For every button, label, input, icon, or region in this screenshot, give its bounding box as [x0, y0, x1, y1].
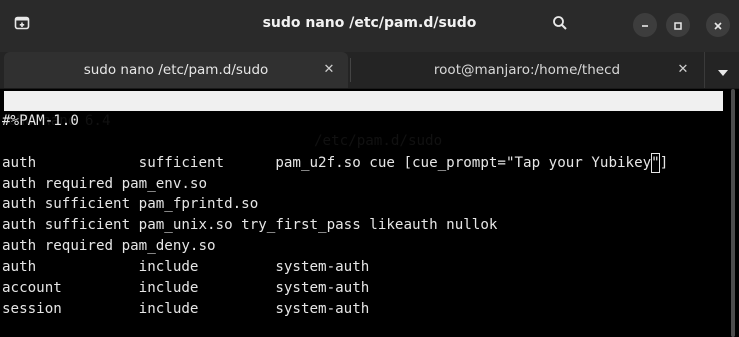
- editor-line: auth sufficient pam_unix.so try_first_pa…: [2, 217, 498, 233]
- scrollbar-thumb[interactable]: [731, 89, 735, 337]
- tab-close-icon[interactable]: ✕: [674, 60, 692, 78]
- terminal-area[interactable]: GNU nano 6.4 /etc/pam.d/sudo #%PAM-1.0 a…: [0, 89, 726, 337]
- tab-menu-button[interactable]: [704, 52, 739, 88]
- title-bar[interactable]: sudo nano /etc/pam.d/sudo: [0, 0, 739, 52]
- editor-line-text: auth sufficient pam_u2f.so cue [cue_prom…: [2, 155, 652, 171]
- terminal-window: sudo nano /etc/pam.d/sudo sudo nano /etc…: [0, 0, 739, 337]
- editor-line-tail: ]: [659, 155, 669, 171]
- tab-separator: [350, 58, 351, 82]
- editor-line: #%PAM-1.0: [2, 113, 79, 129]
- maximize-button[interactable]: [666, 13, 690, 37]
- editor-line: auth required pam_deny.so: [2, 238, 216, 254]
- search-button[interactable]: [546, 11, 574, 39]
- nano-header-bar: GNU nano 6.4 /etc/pam.d/sudo: [4, 91, 723, 149]
- close-icon: [713, 16, 723, 35]
- close-button[interactable]: [706, 13, 730, 37]
- tab-close-icon[interactable]: ✕: [320, 60, 338, 78]
- editor-line: auth required pam_env.so: [2, 176, 207, 192]
- maximize-icon: [673, 16, 683, 35]
- tab-root-shell[interactable]: root@manjaro:/home/thecd ✕: [352, 52, 702, 88]
- window-title: sudo nano /etc/pam.d/sudo: [262, 15, 477, 31]
- tab-label: root@manjaro:/home/thecd: [433, 62, 621, 78]
- editor-line: session include system-auth: [2, 301, 370, 317]
- minimize-icon: [640, 16, 650, 35]
- terminal-scrollbar[interactable]: [728, 89, 739, 337]
- search-icon: [552, 15, 568, 35]
- minimize-button[interactable]: [633, 13, 657, 37]
- editor-line: auth sufficient pam_fprintd.so: [2, 196, 259, 212]
- chevron-down-icon: [717, 61, 728, 80]
- tab-bar: sudo nano /etc/pam.d/sudo ✕ root@manjaro…: [0, 52, 739, 89]
- editor-line: auth sufficient pam_u2f.so cue [cue_prom…: [2, 153, 668, 173]
- text-cursor: ": [651, 153, 660, 173]
- nano-filename: /etc/pam.d/sudo: [314, 133, 443, 149]
- tab-label: sudo nano /etc/pam.d/sudo: [83, 62, 269, 78]
- editor-line: auth include system-auth: [2, 259, 370, 275]
- tab-sudo-nano[interactable]: sudo nano /etc/pam.d/sudo ✕: [4, 52, 348, 88]
- editor-line: account include system-auth: [2, 280, 370, 296]
